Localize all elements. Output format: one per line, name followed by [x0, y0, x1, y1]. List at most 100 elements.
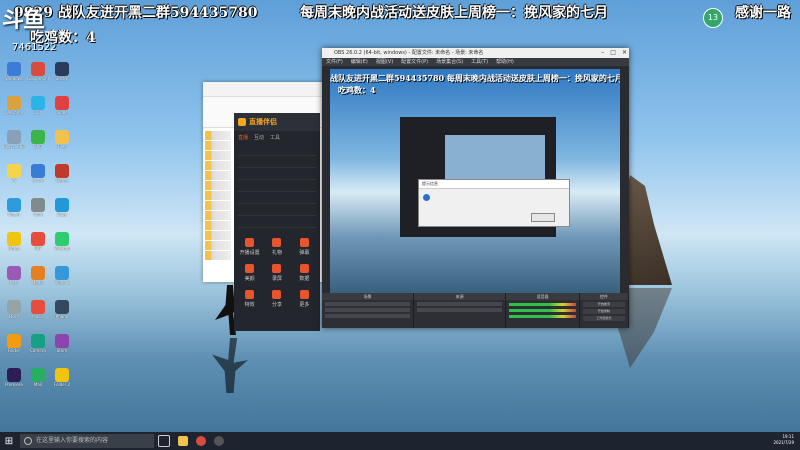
studio-mode-button[interactable]: 工作室模式: [582, 316, 625, 321]
desktop-icon-label: Folder 2: [53, 382, 71, 387]
desktop-icon[interactable]: YY: [3, 164, 25, 183]
desktop-icon[interactable]: Google Chrome: [27, 62, 49, 81]
start-stream-button[interactable]: 开始推流: [582, 302, 625, 307]
app-icon: [7, 164, 21, 178]
desktop-icon[interactable]: Folder: [3, 334, 25, 353]
tool-grid-item[interactable]: 分享: [265, 290, 288, 308]
desktop-icon[interactable]: Folder 2: [51, 368, 73, 387]
desktop-icon-label: Recycle Bin: [3, 144, 25, 149]
obs-menubar: 文件(F) 编辑(E) 视图(V) 配置文件(P) 场景集合(S) 工具(T) …: [322, 58, 629, 66]
app-icon: [31, 368, 45, 382]
desktop-icon[interactable]: Music: [27, 300, 49, 319]
desktop-icon[interactable]: Media: [27, 266, 49, 285]
menu-item[interactable]: 编辑(E): [351, 58, 368, 66]
system-clock[interactable]: 19:11 2021/7/29: [773, 434, 794, 446]
explorer-sidebar[interactable]: [203, 130, 233, 282]
desktop-icon-label: Mail: [33, 382, 43, 387]
menu-item[interactable]: 视图(V): [376, 58, 393, 66]
start-record-button[interactable]: 开始录制: [582, 309, 625, 314]
prompt-dialog[interactable]: 提示信息: [418, 179, 570, 227]
tool-grid-item[interactable]: 更多: [293, 290, 316, 308]
desktop-icon[interactable]: Game: [51, 164, 73, 183]
tool-item-icon: [245, 290, 255, 299]
desktop-icon[interactable]: Docs: [3, 300, 25, 319]
desktop-icon[interactable]: Recycle Bin: [3, 130, 25, 149]
desktop-icon-label: QQ: [34, 110, 42, 115]
app-icon: [55, 130, 69, 144]
desktop-icon-label: Camera: [30, 348, 46, 353]
tool-tab[interactable]: 工具: [270, 134, 280, 141]
menu-item[interactable]: 场景集合(S): [436, 58, 463, 66]
desktop-icon[interactable]: Edge: [51, 198, 73, 217]
desktop-icon[interactable]: Notes: [3, 232, 25, 251]
tool-grid-item[interactable]: 数据: [293, 264, 316, 282]
desktop-icon[interactable]: 360: [27, 130, 49, 149]
search-icon: [24, 437, 32, 445]
desktop-icon[interactable]: Files: [51, 130, 73, 149]
app-icon: [31, 232, 45, 246]
desktop-icon[interactable]: Arrow: [27, 164, 49, 183]
close-icon[interactable]: ✕: [622, 48, 627, 58]
minimize-icon[interactable]: –: [601, 48, 604, 58]
desktop-icon[interactable]: Video: [51, 96, 73, 115]
tool-tab[interactable]: 互动: [254, 134, 264, 141]
maximize-icon[interactable]: □: [610, 48, 616, 58]
app-icon: [55, 300, 69, 314]
desktop-icon[interactable]: Pets: [3, 266, 25, 285]
ticker-segment: 感谢一路: [735, 5, 791, 21]
app-icon: [55, 334, 69, 348]
desktop-icon[interactable]: Store: [51, 334, 73, 353]
desktop-icon-label: Docs: [9, 314, 19, 319]
menu-item[interactable]: 帮助(H): [496, 58, 514, 66]
desktop-icon[interactable]: Player: [3, 198, 25, 217]
desktop-icon[interactable]: WeGame: [3, 96, 25, 115]
desktop-icon[interactable]: Premiere: [3, 368, 25, 387]
desktop-icon[interactable]: PDF: [27, 232, 49, 251]
tool-grid-item[interactable]: 开播设置: [238, 238, 261, 256]
menu-item[interactable]: 配置文件(P): [401, 58, 428, 66]
desktop-icon-label: YY: [11, 178, 17, 183]
obs-taskbar-icon[interactable]: [214, 436, 224, 446]
task-view-icon[interactable]: [158, 435, 170, 447]
tool-grid-item[interactable]: 美颜: [238, 264, 261, 282]
menu-item[interactable]: 工具(T): [471, 58, 488, 66]
desktop-icon-label: Phone: [55, 314, 69, 319]
desktop-icon-label: Steam: [55, 76, 69, 81]
obs-docks: 场景 来源 混音器 控件 开始推流 开始录制 工作室模式: [322, 293, 629, 328]
desktop-icon[interactable]: Windows: [3, 62, 25, 81]
desktop-icon[interactable]: QQ: [27, 96, 49, 115]
windows-start-icon[interactable]: ⊞: [0, 432, 18, 450]
scenes-panel[interactable]: 场景: [322, 293, 415, 328]
tool-grid-item[interactable]: 录屏: [265, 264, 288, 282]
desktop-icon[interactable]: Steam: [51, 62, 73, 81]
tool-tab[interactable]: 直播: [238, 134, 248, 141]
desktop-icon[interactable]: WeChat: [51, 232, 73, 251]
sources-panel[interactable]: 来源: [414, 293, 507, 328]
dialog-ok-button[interactable]: [531, 213, 555, 222]
tool-grid-item[interactable]: 弹幕: [293, 238, 316, 256]
desktop-icon[interactable]: Video 2: [51, 266, 73, 285]
desktop-icon[interactable]: Mail: [27, 368, 49, 387]
mixer-panel[interactable]: 混音器: [506, 293, 580, 328]
desktop-icon[interactable]: Camera: [27, 334, 49, 353]
app-icon: [31, 130, 45, 144]
tool-list: [234, 146, 320, 228]
chrome-taskbar-icon[interactable]: [196, 436, 206, 446]
taskbar-search[interactable]: 在这里输入你要搜索的内容: [20, 434, 154, 448]
desktop-icon-label: Player: [7, 212, 21, 217]
tool-grid-item[interactable]: 礼物: [265, 238, 288, 256]
menu-item[interactable]: 文件(F): [326, 58, 343, 66]
desktop-icon-label: Game: [56, 178, 68, 183]
obs-window[interactable]: OBS 26.0.2 (64-bit, windows) - 配置文件: 未命名…: [322, 48, 629, 328]
streaming-tool-window[interactable]: 直播伴侣 直播 互动 工具 开播设置 礼物 弹幕 美颜 录屏 数据 特效 分享 …: [234, 113, 320, 331]
explorer-titlebar[interactable]: [203, 82, 325, 97]
explorer-taskbar-icon[interactable]: [178, 436, 188, 446]
desktop-icon[interactable]: Tools: [27, 198, 49, 217]
app-icon: [7, 368, 21, 382]
desktop-icon[interactable]: Phone: [51, 300, 73, 319]
app-icon: [7, 232, 21, 246]
obs-preview[interactable]: 战队友进开黑二群594435780 每周末晚内战活动送皮肤上周榜一：挽风家的七月…: [330, 69, 620, 293]
tool-grid-item[interactable]: 特效: [238, 290, 261, 308]
obs-titlebar[interactable]: OBS 26.0.2 (64-bit, windows) - 配置文件: 未命名…: [322, 48, 629, 58]
tool-item-icon: [272, 238, 282, 247]
